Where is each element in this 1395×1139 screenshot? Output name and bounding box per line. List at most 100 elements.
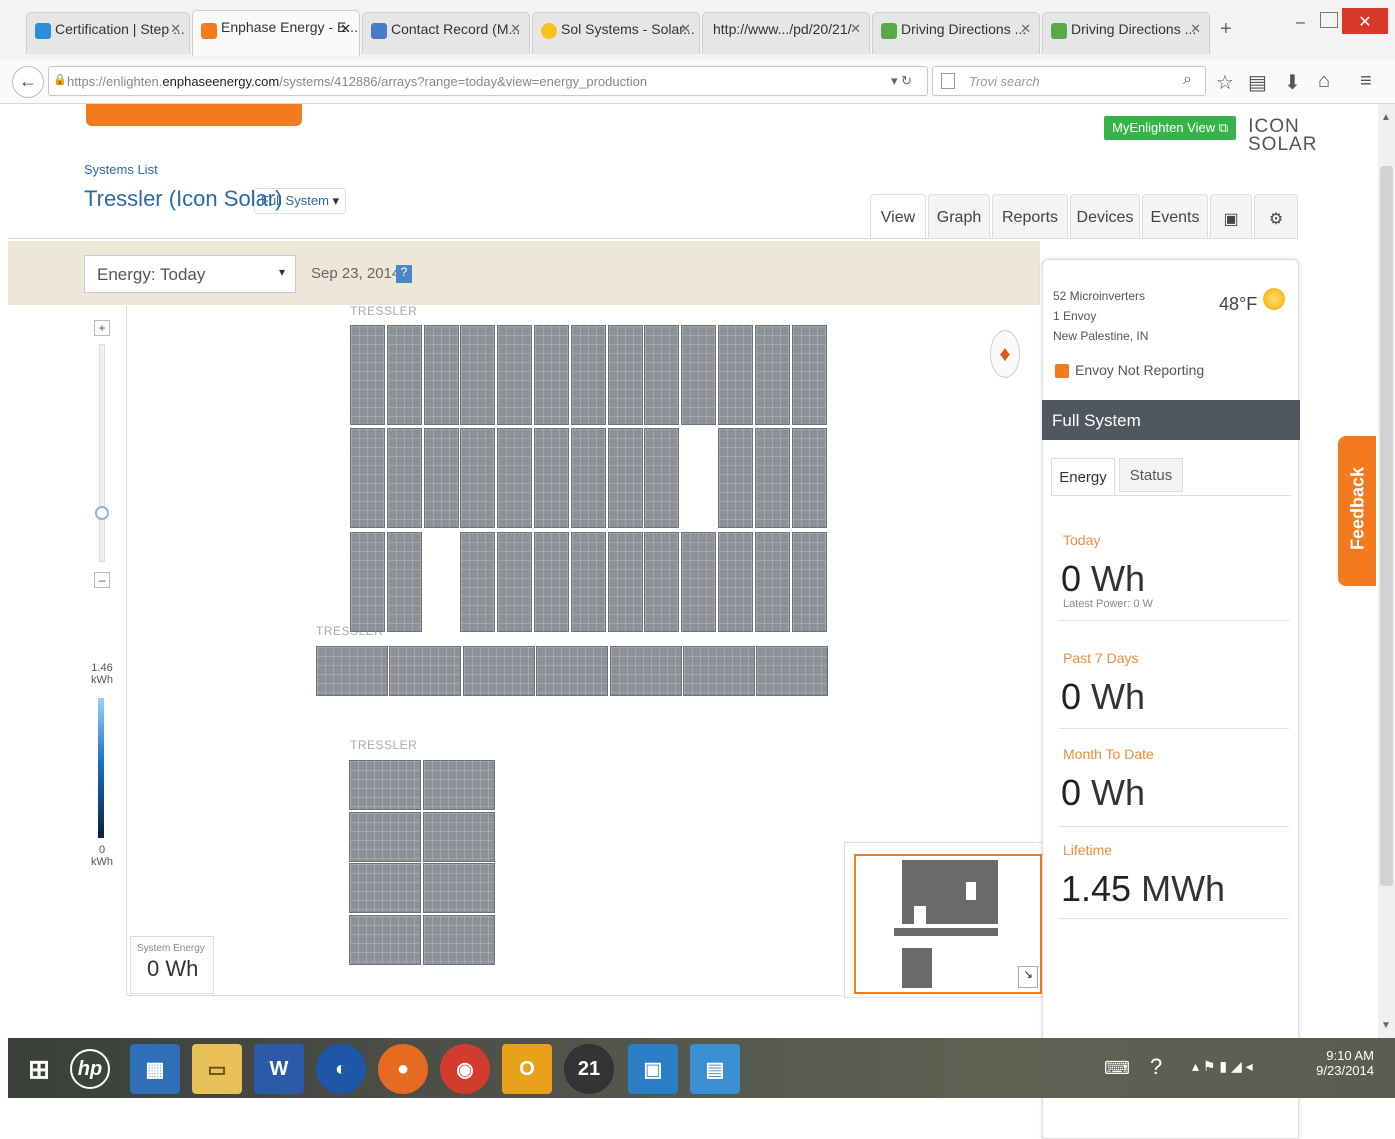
solar-panel[interactable] [571, 532, 606, 632]
solar-panel[interactable] [571, 325, 606, 425]
solar-panel[interactable] [423, 760, 495, 810]
solar-panel[interactable] [387, 428, 422, 528]
word-icon[interactable]: W [254, 1044, 304, 1094]
system-scope-dropdown[interactable]: Full System ▾ [254, 188, 347, 214]
myenlighten-view-button[interactable]: MyEnlighten View ⧉ [1104, 116, 1236, 140]
solar-panel[interactable] [316, 646, 388, 696]
solar-panel[interactable] [423, 811, 495, 862]
browser-tab[interactable]: Driving Directions ... ✕ [1042, 12, 1210, 54]
tab-energy[interactable]: Energy [1051, 458, 1115, 496]
reload-icon[interactable]: ▾ ↻ [891, 73, 912, 89]
keyboard-icon[interactable]: ⌨ [1104, 1058, 1130, 1079]
zoom-slider-track[interactable] [99, 344, 105, 562]
bookmark-star-icon[interactable]: ☆ [1216, 70, 1234, 95]
solar-panel[interactable] [610, 646, 682, 696]
solar-panel[interactable] [497, 532, 532, 632]
solar-panel[interactable] [536, 646, 608, 696]
solar-panel[interactable] [389, 646, 461, 696]
browser-tab[interactable]: Contact Record (M... ✕ [362, 12, 530, 54]
solar-panel[interactable] [608, 325, 643, 425]
google-earth-icon[interactable]: ◐ [316, 1044, 366, 1094]
new-tab-icon[interactable]: + [1220, 18, 1232, 41]
solar-panel[interactable] [792, 532, 827, 632]
file-explorer-icon[interactable]: ▭ [192, 1044, 242, 1094]
solar-panel[interactable] [608, 428, 643, 528]
solar-panel[interactable] [681, 532, 716, 632]
solar-panel[interactable] [792, 325, 827, 425]
chrome-icon[interactable]: ◉ [440, 1044, 490, 1094]
bookmarks-list-icon[interactable]: ▤ [1248, 70, 1267, 95]
firefox-icon[interactable]: ● [378, 1044, 428, 1094]
browser-tab-active[interactable]: Enphase Energy - E... ✕ [192, 10, 360, 56]
solar-panel[interactable] [350, 532, 385, 632]
minimize-icon[interactable]: – [1296, 14, 1305, 32]
solar-panel[interactable] [460, 428, 495, 528]
help-icon[interactable]: ? [1150, 1054, 1162, 1080]
close-icon[interactable]: ✕ [680, 21, 691, 37]
solar-panel[interactable] [424, 325, 459, 425]
browser-tab[interactable]: Certification | Step ... ✕ [26, 12, 190, 54]
tab-gear-icon[interactable]: ⚙ [1254, 194, 1298, 238]
control-panel-icon[interactable]: ▦ [130, 1044, 180, 1094]
solar-panel[interactable] [387, 532, 422, 632]
close-icon[interactable]: ✕ [1190, 21, 1201, 37]
solar-panel[interactable] [460, 325, 495, 425]
energy-range-select[interactable]: Energy: Today ▾ [84, 255, 296, 293]
solar-panel[interactable] [644, 532, 679, 632]
search-input[interactable]: Trovi search ⌕ [932, 66, 1206, 96]
solar-panel[interactable] [718, 428, 753, 528]
solar-panel[interactable] [718, 325, 753, 425]
app-21-icon[interactable]: 21 [564, 1044, 614, 1094]
tab-reports[interactable]: Reports [992, 194, 1068, 238]
maximize-icon[interactable] [1320, 12, 1338, 28]
tab-status[interactable]: Status [1119, 458, 1183, 492]
zoom-out-icon[interactable]: – [94, 572, 110, 588]
close-icon[interactable]: ✕ [340, 21, 351, 37]
zoom-in-icon[interactable]: + [94, 320, 110, 336]
tab-devices[interactable]: Devices [1070, 194, 1140, 238]
search-engine-icon[interactable] [941, 73, 955, 89]
tab-view[interactable]: View [870, 194, 926, 238]
browser-tab[interactable]: Driving Directions ... ✕ [872, 12, 1040, 54]
solar-panel[interactable] [718, 532, 753, 632]
solar-panel[interactable] [424, 428, 459, 528]
solar-panel[interactable] [681, 325, 716, 425]
solar-panel[interactable] [460, 532, 495, 632]
back-arrow-icon[interactable]: ← [12, 66, 44, 98]
browser-tab[interactable]: Sol Systems - Solar... ✕ [532, 12, 700, 54]
zoom-slider-handle[interactable] [95, 506, 109, 520]
solar-panel[interactable] [497, 428, 532, 528]
close-icon[interactable]: ✕ [170, 21, 181, 37]
minimap[interactable] [854, 854, 1042, 994]
search-icon[interactable]: ⌕ [1183, 71, 1192, 89]
windows-start-icon[interactable]: ⊞ [14, 1044, 64, 1094]
window-close-icon[interactable]: ✕ [1342, 8, 1388, 34]
solar-panel[interactable] [756, 646, 828, 696]
solar-panel[interactable] [349, 863, 421, 913]
clock[interactable]: 9:10 AM 9/23/2014 [1314, 1048, 1374, 1078]
solar-panel[interactable] [349, 811, 421, 862]
solar-panel[interactable] [349, 914, 421, 965]
envoy-status[interactable]: Envoy Not Reporting [1075, 362, 1204, 378]
home-icon[interactable]: ⌂ [1318, 70, 1330, 93]
solar-panel[interactable] [792, 428, 827, 528]
solar-panel[interactable] [608, 532, 643, 632]
solar-panel[interactable] [534, 532, 569, 632]
solar-panel[interactable] [463, 646, 535, 696]
solar-panel[interactable] [423, 914, 495, 965]
scrollbar-thumb[interactable] [1380, 166, 1393, 886]
expand-minimap-icon[interactable]: ↘ [1018, 966, 1038, 988]
solar-panel[interactable] [644, 428, 679, 528]
solar-panel[interactable] [571, 428, 606, 528]
solar-panel[interactable] [387, 325, 422, 425]
solar-panel[interactable] [755, 428, 790, 528]
solar-panel[interactable] [423, 863, 495, 913]
tab-events[interactable]: Events [1142, 194, 1208, 238]
tray-icons[interactable]: ▴ ⚑ ▮ ◢ ◂ [1192, 1058, 1253, 1075]
close-icon[interactable]: ✕ [1020, 21, 1031, 37]
feedback-tab[interactable]: Feedback [1338, 436, 1376, 586]
systems-list-link[interactable]: Systems List [84, 162, 158, 177]
solar-panel[interactable] [644, 325, 679, 425]
tab-monitor-icon[interactable]: ▣ [1210, 194, 1252, 238]
solar-panel[interactable] [350, 325, 385, 425]
